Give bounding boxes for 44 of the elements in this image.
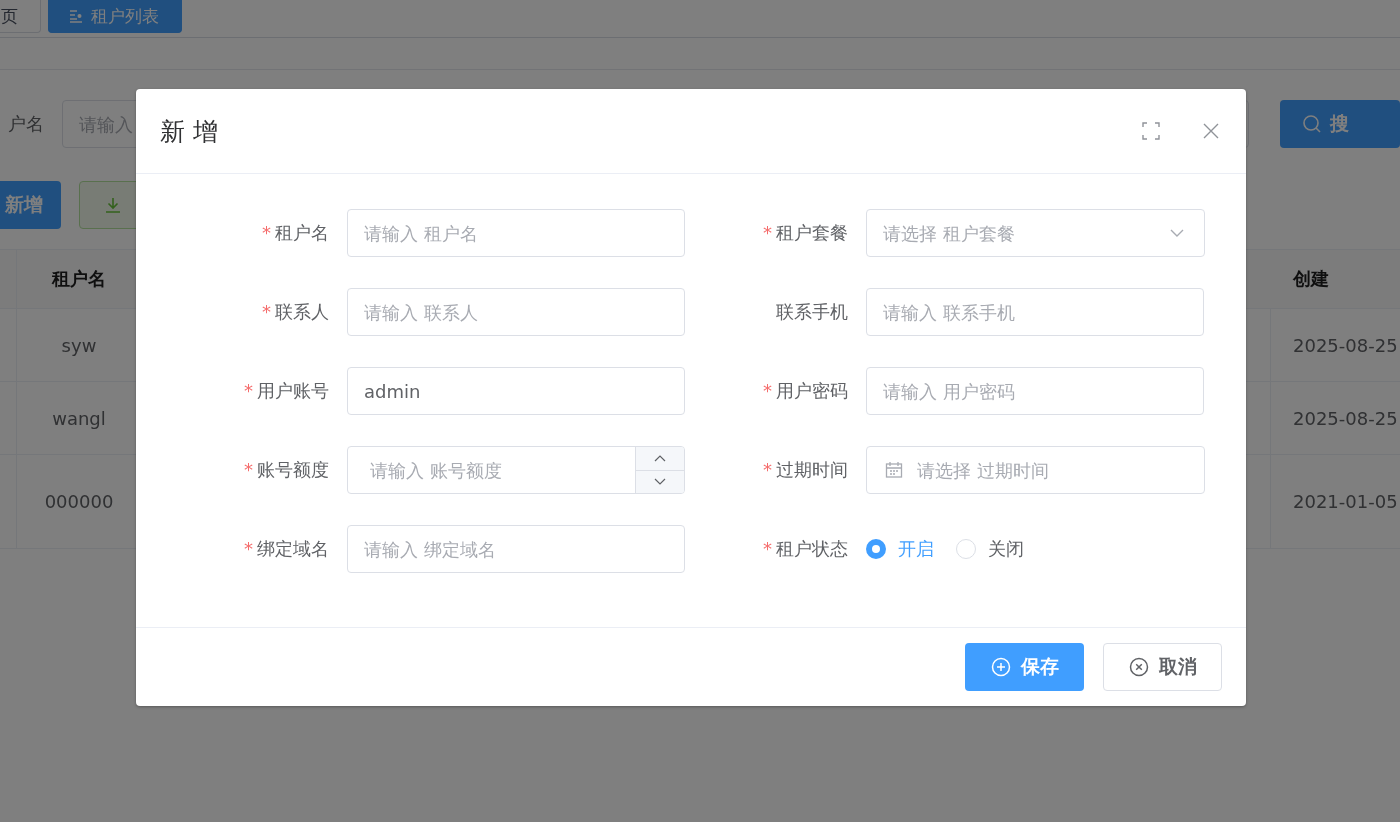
- calendar-icon: [885, 461, 903, 479]
- field-label: * 绑定域名: [243, 537, 330, 561]
- close-circle-icon: [1128, 657, 1149, 677]
- increment-button[interactable]: [636, 447, 684, 470]
- field-label: * 过期时间: [762, 458, 849, 482]
- number-field[interactable]: 请输入 账号额度: [347, 446, 685, 494]
- fullscreen-icon[interactable]: [1142, 122, 1160, 140]
- field-label: * 租户套餐: [762, 221, 849, 245]
- field-label: * 租户名: [261, 221, 330, 245]
- table-cell-text: 2025-08-25: [1292, 333, 1399, 358]
- list-icon: [69, 9, 83, 23]
- field-label: * 联系人: [261, 300, 330, 324]
- search-label: 户名: [7, 112, 45, 136]
- table-cell-text: 2025-08-25: [1292, 406, 1399, 431]
- text-field[interactable]: 请输入 绑定域名: [347, 525, 685, 573]
- radio-option[interactable]: 关闭: [956, 537, 1024, 561]
- cancel-button[interactable]: 取消: [1103, 643, 1222, 691]
- field-label: * 账号额度: [243, 458, 330, 482]
- table-cell-text: 2021-01-05: [1292, 490, 1399, 514]
- field-label: * 租户状态: [762, 537, 849, 561]
- radio-option[interactable]: 开启: [866, 537, 934, 561]
- caret-up-icon: [653, 453, 667, 464]
- tab[interactable]: 页: [0, 0, 41, 33]
- save-button[interactable]: 保存: [965, 643, 1084, 691]
- caret-down-icon: [653, 476, 667, 487]
- column-header: 创建: [1292, 267, 1330, 291]
- search-icon: [1302, 114, 1322, 134]
- download-icon: [104, 196, 122, 214]
- tab[interactable]: 租户列表: [48, 0, 182, 33]
- close-icon[interactable]: [1202, 122, 1220, 140]
- text-field[interactable]: 请输入 联系手机: [866, 288, 1204, 336]
- number-input[interactable]: 请输入 账号额度: [348, 447, 635, 493]
- text-field[interactable]: 请输入 租户名: [347, 209, 685, 257]
- dialog-title: 新 增: [160, 115, 219, 148]
- add-button[interactable]: 新增: [0, 181, 61, 229]
- decrement-button[interactable]: [636, 469, 684, 493]
- text-field[interactable]: 请输入 联系人: [347, 288, 685, 336]
- field-label: * 用户账号: [243, 379, 330, 403]
- plus-circle-icon: [990, 657, 1011, 677]
- field-label: * 用户密码: [762, 379, 849, 403]
- search-button[interactable]: 搜: [1280, 100, 1400, 148]
- text-field[interactable]: admin: [347, 367, 685, 415]
- text-field[interactable]: 请输入 用户密码: [866, 367, 1204, 415]
- field-label: 联系手机: [775, 300, 849, 324]
